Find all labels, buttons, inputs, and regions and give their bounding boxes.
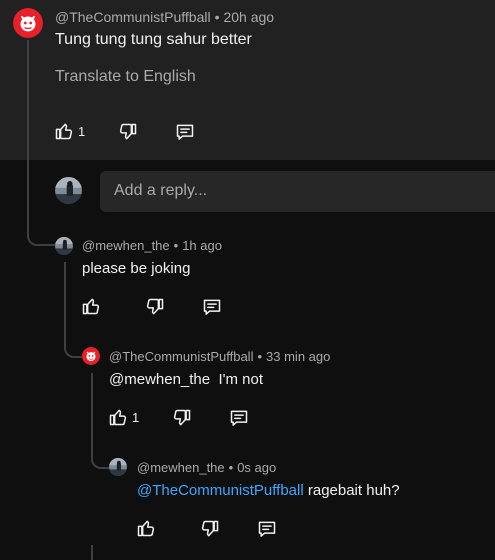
thread-line-main [27,40,29,230]
dislike-button[interactable] [172,408,192,428]
reply-icon [175,122,195,142]
like-button[interactable]: 1 [108,407,139,427]
reply-button[interactable] [257,519,277,539]
reply-button[interactable] [175,122,195,142]
reply-icon [229,408,249,428]
reply-meta: @mewhen_the • 0s ago [137,460,277,475]
thread-line-reply-2 [91,373,93,453]
dislike-icon [172,408,192,428]
like-icon [54,121,74,141]
like-icon [81,296,101,316]
avatar[interactable] [55,237,73,255]
like-button[interactable] [81,296,101,316]
comment-meta: @TheCommunistPuffball • 20h ago [55,9,275,25]
like-icon [136,518,156,538]
avatar[interactable] [109,458,127,476]
avatar [55,177,82,204]
author-name[interactable]: @TheCommunistPuffball [55,9,211,25]
reply-icon [202,297,222,317]
like-icon [108,407,128,427]
thread-connector-1 [27,226,55,246]
like-count: 1 [132,409,140,425]
author-name[interactable]: @TheCommunistPuffball [109,349,253,364]
dislike-button[interactable] [200,519,220,539]
timestamp[interactable]: 33 min ago [266,349,330,364]
like-button[interactable]: 1 [54,121,85,141]
reply-meta: @mewhen_the • 1h ago [82,238,222,253]
author-name[interactable]: @mewhen_the [82,238,170,253]
reply-text: @mewhen_the I'm not [109,371,263,388]
timestamp[interactable]: 20h ago [223,9,274,25]
reply-text: please be joking [82,260,191,277]
reply-text-content: ragebait huh? [303,482,400,499]
thread-line-reply-1 [64,262,66,342]
timestamp[interactable]: 0s ago [237,460,276,475]
mention-link[interactable]: @TheCommunistPuffball [137,482,304,499]
reply-meta: @TheCommunistPuffball • 33 min ago [109,349,331,364]
like-count: 1 [78,123,86,139]
like-button[interactable] [136,518,156,538]
thread-line-continue [91,545,93,560]
timestamp[interactable]: 1h ago [182,238,222,253]
dislike-button[interactable] [118,122,138,142]
dislike-icon [118,122,138,142]
reply-button[interactable] [202,297,222,317]
thread-connector-2 [64,338,82,358]
author-name[interactable]: @mewhen_the [137,460,225,475]
avatar[interactable] [13,8,43,38]
avatar[interactable] [82,347,100,365]
reply-text: @TheCommunistPuffball ragebait huh? [137,482,400,499]
dislike-icon [145,297,165,317]
dislike-button[interactable] [145,297,165,317]
reply-input[interactable]: Add a reply... [100,171,495,212]
translate-link[interactable]: Translate to English [55,68,196,86]
dislike-icon [200,519,220,539]
reply-button[interactable] [229,408,249,428]
thread-connector-3 [91,449,109,469]
reply-icon [257,519,277,539]
comment-text: Tung tung tung sahur better [55,31,252,48]
